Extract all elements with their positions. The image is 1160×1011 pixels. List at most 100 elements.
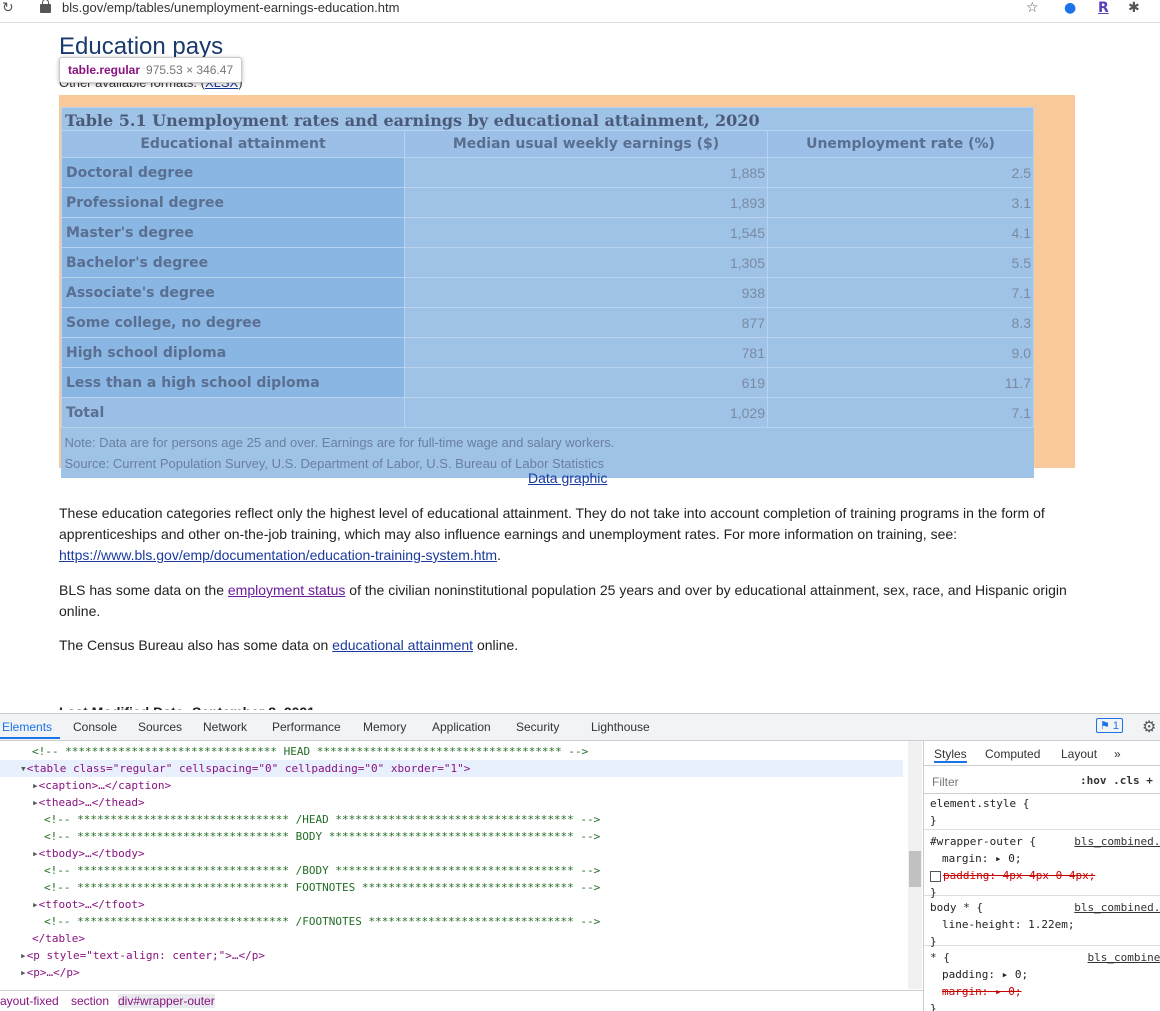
puzzle-icon[interactable]: ✱ [1128,0,1140,16]
educational-attainment-link[interactable]: educational attainment [332,637,473,653]
address-bar[interactable]: bls.gov/emp/tables/unemployment-earnings… [62,0,399,15]
rule-padding[interactable]: padding: 4px 4px 0 4px; [943,869,1095,882]
dom-node[interactable]: ▸<thead>…</thead> [32,794,145,811]
tab-elements[interactable]: Elements [2,720,52,734]
rule-source-link[interactable]: bls_combined.c [1074,833,1160,850]
tab-layout[interactable]: Layout [1061,747,1097,761]
property-checkbox[interactable] [930,870,941,882]
dom-p-tag[interactable]: <p style="text-align: center;">…</p> [27,949,265,962]
breadcrumb-item-active[interactable]: div#wrapper-outer [118,994,215,1008]
unemployment-value: 7.1 [767,277,1034,308]
rule-line-height[interactable]: line-height: 1.22em; [930,916,1160,933]
row-label: Doctoral degree [61,157,405,188]
table-caption: Table 5.1 Unemployment rates and earning… [61,107,1034,131]
rule-margin[interactable]: margin: ▸ 0; [930,850,1160,867]
row-label: Less than a high school diploma [61,367,405,398]
dom-scrollbar[interactable] [908,741,922,989]
dom-node[interactable]: ▸<p>…</p> [20,964,80,981]
scrollbar-thumb[interactable] [909,851,921,887]
row-label: High school diploma [61,337,405,368]
hov-cls-toggles[interactable]: :hov .cls + [1080,774,1153,787]
dom-node-selected[interactable]: ▾<table class="regular" cellspacing="0" … [0,760,903,777]
rule-padding-zero[interactable]: padding: ▸ 0; [930,966,1160,983]
rule-padding-row[interactable]: padding: 4px 4px 0 4px; [930,867,1160,884]
rule-selector: element.style { [930,797,1030,810]
unemployment-value: 8.3 [767,307,1034,338]
dom-tbody-tag[interactable]: <tbody>…</tbody> [39,847,145,860]
training-link[interactable]: https://www.bls.gov/emp/documentation/ed… [59,547,497,563]
row-label: Master's degree [61,217,405,248]
star-icon[interactable]: ☆ [1026,0,1039,16]
dom-comment: <!-- ******************************** FO… [44,881,601,894]
reload-icon[interactable]: ↻ [2,0,14,16]
table-row: Less than a high school diploma 619 11.7 [61,367,1034,398]
unemployment-value: 5.5 [767,247,1034,278]
collapse-triangle-icon[interactable]: ▸ [32,796,39,809]
earnings-value: 938 [404,277,768,308]
dom-caption-tag[interactable]: <caption>…</caption> [39,779,171,792]
dom-node[interactable]: ▸<caption>…</caption> [32,777,171,794]
dom-tfoot-tag[interactable]: <tfoot>…</tfoot> [39,898,145,911]
breadcrumb: ayout-fixed section div#wrapper-outer [0,990,923,1011]
table-row: Master's degree 1,545 4.1 [61,217,1034,248]
dom-tree: <!-- ******************************** HE… [0,741,905,989]
collapse-triangle-icon[interactable]: ▸ [20,949,27,962]
tab-application[interactable]: Application [432,720,491,734]
breadcrumb-item[interactable]: section [71,994,109,1008]
breadcrumb-item[interactable]: ayout-fixed [0,994,59,1008]
rule-universal: * { bls_combined padding: ▸ 0; margin: ▸… [924,949,1160,1011]
tab-styles[interactable]: Styles [934,747,967,763]
tab-network[interactable]: Network [203,720,247,734]
tab-console[interactable]: Console [73,720,117,734]
table-row: Professional degree 1,893 3.1 [61,187,1034,218]
styles-filter[interactable]: Filter :hov .cls + [924,769,1160,794]
data-graphic-link[interactable]: Data graphic [528,470,607,486]
r-extension-icon[interactable]: R [1098,0,1109,16]
collapse-triangle-icon[interactable]: ▸ [32,779,39,792]
earnings-value: 1,545 [404,217,768,248]
styles-pane: Styles Computed Layout » Filter :hov .cl… [923,741,1160,1011]
collapse-triangle-icon[interactable]: ▸ [32,847,39,860]
dom-node[interactable]: ▸<tbody>…</tbody> [32,845,145,862]
dom-thead-tag[interactable]: <thead>…</thead> [39,796,145,809]
tab-sources[interactable]: Sources [138,720,182,734]
more-tabs-icon[interactable]: » [1114,747,1121,761]
dom-p-tag[interactable]: <p>…</p> [27,966,80,979]
filter-input[interactable]: Filter [932,775,959,789]
gear-icon[interactable]: ⚙ [1142,717,1156,737]
dom-table-tag[interactable]: <table class="regular" cellspacing="0" c… [27,762,471,775]
tab-computed[interactable]: Computed [985,747,1040,761]
active-tab-indicator [0,737,60,739]
last-modified: Last Modified Date: September 8, 2021 [59,704,315,710]
tab-lighthouse[interactable]: Lighthouse [591,720,650,734]
inspect-tooltip: table.regular 975.53 × 346.47 [59,57,243,83]
tooltip-dims: 975.53 × 346.47 [146,63,234,77]
row-label: Professional degree [61,187,405,218]
dom-node[interactable]: ▸<tfoot>…</tfoot> [32,896,145,913]
unemployment-value: 11.7 [767,367,1034,398]
table-row: Associate's degree 938 7.1 [61,277,1034,308]
tab-memory[interactable]: Memory [363,720,406,734]
employment-status-link[interactable]: employment status [228,582,346,598]
rule-source-link[interactable]: bls_combined.c [1074,899,1160,916]
rule-close: } [930,1002,937,1011]
tooltip-tag: table.regular [68,63,141,77]
collapse-triangle-icon[interactable]: ▸ [20,966,27,979]
issues-badge[interactable]: ⚑ 1 [1096,718,1124,733]
extension-icon[interactable]: ● [1064,0,1076,16]
tab-performance[interactable]: Performance [272,720,341,734]
unemployment-value: 4.1 [767,217,1034,248]
rule-close: } [930,935,937,948]
tab-security[interactable]: Security [516,720,559,734]
earnings-table: Table 5.1 Unemployment rates and earning… [61,107,1034,478]
rule-margin-overridden[interactable]: margin: ▸ 0; [930,983,1160,1000]
row-label: Associate's degree [61,277,405,308]
table-row: Doctoral degree 1,885 2.5 [61,157,1034,188]
expand-triangle-icon[interactable]: ▾ [20,762,27,775]
dom-node[interactable]: ▸<p style="text-align: center;">…</p> [20,947,265,964]
collapse-triangle-icon[interactable]: ▸ [32,898,39,911]
dom-table-close[interactable]: </table> [32,930,85,947]
rule-close: } [930,814,937,827]
rule-source-link[interactable]: bls_combined [1088,949,1160,966]
para1-text: These education categories reflect only … [59,505,1045,542]
